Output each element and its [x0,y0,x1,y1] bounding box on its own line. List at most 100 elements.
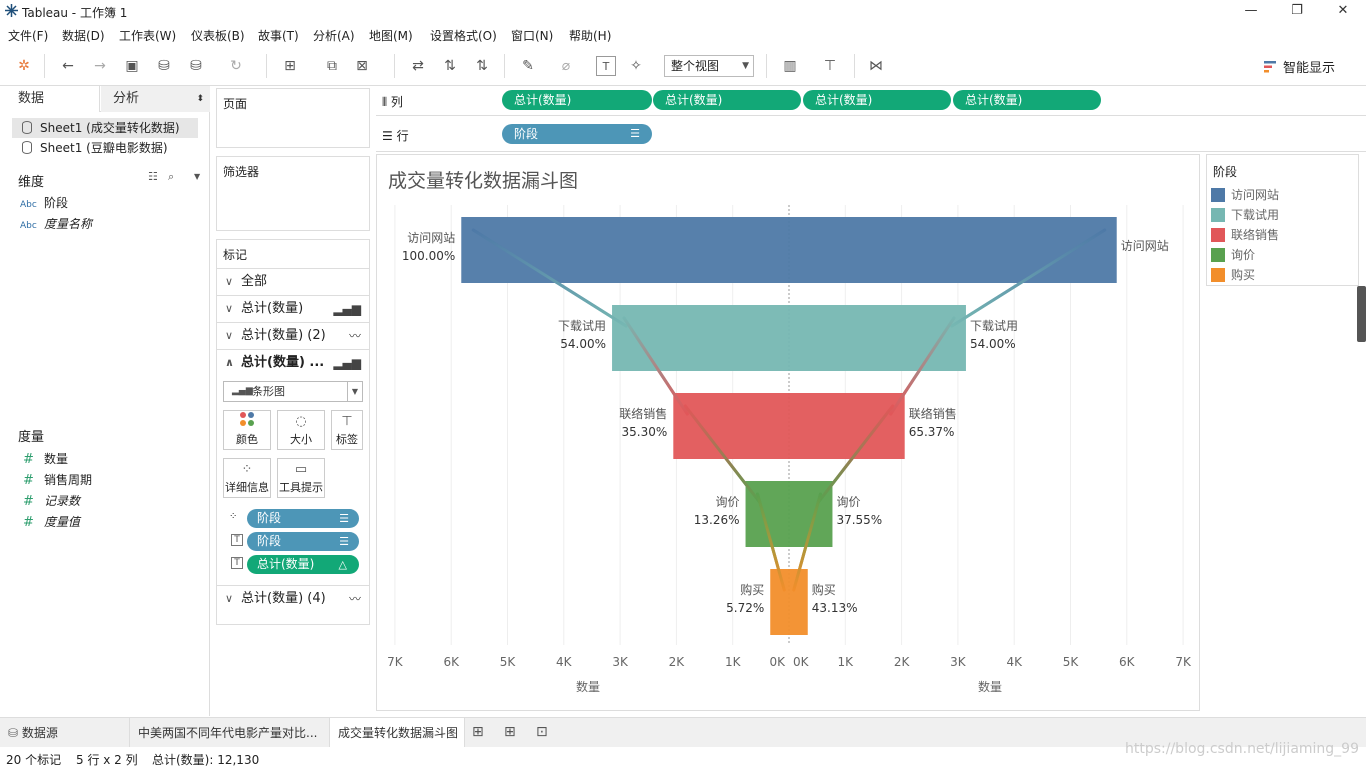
legend-item[interactable]: 下载试用 [1211,207,1279,223]
pill-label: 阶段 [257,511,282,525]
menu-worksheet[interactable]: 工作表(W) [119,27,176,44]
datasource-item[interactable]: Sheet1 (豆瓣电影数据) [12,138,198,158]
marks-measure-row[interactable]: ∨ 总计(数量) (4) 〰 [217,585,369,612]
swap-rows-columns-icon[interactable]: ⇄ [408,56,428,76]
menu-data[interactable]: 数据(D) [62,27,105,44]
marks-measure-row-expanded[interactable]: ∧ 总计(数量) ... ▂▄▆ [217,349,369,376]
legend-item[interactable]: 购买 [1211,267,1255,283]
new-worksheet-icon[interactable]: ⊞ [472,724,484,740]
pin-axis-icon[interactable]: ✧ [626,56,646,76]
tab-datasource[interactable]: ⛁ 数据源 [0,718,130,748]
dimension-field[interactable]: Abc 阶段 [20,194,68,211]
restore-button[interactable]: ❐ [1274,0,1320,22]
number-type-icon: # [23,473,34,488]
columns-shelf[interactable]: ⫴ 列 总计(数量) 总计(数量) 总计(数量) 总计(数量) [376,86,1366,116]
side-scroll-handle[interactable] [1357,286,1366,342]
highlight-icon[interactable]: ✎ [518,56,538,76]
size-button[interactable]: ◌ 大小 [277,410,325,450]
filters-card[interactable]: 筛选器 [216,156,370,231]
measure-field[interactable]: # 度量值 [20,513,80,530]
marks-all-row[interactable]: ∨ 全部 [217,268,369,295]
sort-descending-icon[interactable]: ⇅ [472,56,492,76]
tab-data[interactable]: 数据 [0,86,100,112]
view-list-icon[interactable]: ☷ [148,170,158,183]
menu-format[interactable]: 设置格式(O) [430,27,497,44]
menu-map[interactable]: 地图(M) [369,27,413,44]
chart-title: 成交量转化数据漏斗图 [388,170,578,192]
x-tick-label-right: 0K [793,655,810,669]
x-tick-label-right: 7K [1175,655,1192,669]
search-icon[interactable]: ⌕ [168,170,174,184]
columns-pill[interactable]: 总计(数量) [653,90,801,110]
legend-item[interactable]: 访问网站 [1211,187,1279,203]
pages-card[interactable]: 页面 [216,88,370,148]
mark-pill-measure[interactable]: 总计(数量) △ [247,555,359,574]
menu-file[interactable]: 文件(F) [8,27,48,44]
new-dashboard-icon[interactable]: ⊞ [504,724,516,740]
menu-story[interactable]: 故事(T) [258,27,299,44]
label-button[interactable]: ⊤ 标签 [331,410,363,450]
rows-pill[interactable]: 阶段 ☰ [502,124,652,144]
minimize-button[interactable]: — [1228,0,1274,22]
label-encoding-icon: T [231,557,243,569]
refresh-icon[interactable]: ↻ [226,56,246,76]
columns-pill[interactable]: 总计(数量) [803,90,951,110]
dimension-field[interactable]: Abc 度量名称 [20,215,92,232]
tab-sheet[interactable]: 中美两国不同年代电影产量对比... [130,718,330,748]
mark-pill-color[interactable]: 阶段 ☰ [247,509,359,528]
marks-measure-row[interactable]: ∨ 总计(数量) ▂▄▆ [217,295,369,322]
rows-shelf[interactable]: ☰ 行 阶段 ☰ [376,118,1366,152]
duplicate-sheet-icon[interactable]: ⧉ [322,56,342,76]
columns-pill[interactable]: 总计(数量) [502,90,652,110]
fit-view-select[interactable]: 整个视图 ▼ [664,55,754,77]
sort-ascending-icon[interactable]: ⇅ [440,56,460,76]
chevron-down-icon: ∨ [225,302,234,315]
funnel-chart[interactable]: 成交量转化数据漏斗图访问网站 100.00% 访问网站下载试用 54.00% 下载试用 5… [377,155,1199,710]
menu-dashboard[interactable]: 仪表板(B) [191,27,245,44]
close-button[interactable]: ✕ [1320,0,1366,22]
sort-icon: ☰ [630,127,640,140]
tableau-home-icon[interactable]: ✲ [14,56,34,76]
presentation-mode-icon[interactable]: ⊤ [820,56,840,76]
redo-icon[interactable]: → [90,56,110,76]
bar-chart-icon: ▂▄▆ [232,386,253,396]
new-datasource-icon[interactable]: ⛁ [154,56,174,76]
pause-updates-icon[interactable]: ⛁ [186,56,206,76]
data-pane: 数据 分析 ⬍ Sheet1 (成交量转化数据) Sheet1 (豆瓣电影数据) … [0,86,210,716]
legend-swatch [1211,248,1225,262]
toolbar-separator [854,54,855,78]
menu-window[interactable]: 窗口(N) [511,27,553,44]
measure-field[interactable]: # 记录数 [20,492,80,509]
menu-analysis[interactable]: 分析(A) [313,27,355,44]
legend-item[interactable]: 联络销售 [1211,227,1279,243]
datasource-item[interactable]: Sheet1 (成交量转化数据) [12,118,198,138]
detail-button[interactable]: ⁘ 详细信息 [223,458,271,498]
mark-type-select[interactable]: ▂▄▆ 条形图 ▼ [223,381,363,402]
mark-pill-label[interactable]: 阶段 ☰ [247,532,359,551]
show-me-button[interactable]: 智能显示 [1264,57,1335,76]
tab-analysis[interactable]: 分析 ⬍ [101,86,210,112]
tooltip-button[interactable]: ▭ 工具提示 [277,458,325,498]
legend-label: 购买 [1231,268,1256,282]
menu-help[interactable]: 帮助(H) [569,27,611,44]
x-tick-label-left: 2K [669,655,686,669]
new-story-icon[interactable]: ⊡ [536,724,548,740]
measure-field[interactable]: # 销售周期 [20,471,92,488]
marks-card-title: 标记 [223,248,248,262]
save-icon[interactable]: ▣ [122,56,142,76]
columns-pill[interactable]: 总计(数量) [953,90,1101,110]
undo-icon[interactable]: ← [58,56,78,76]
marks-measure-row[interactable]: ∨ 总计(数量) (2) 〰 [217,322,369,349]
clear-sheet-icon[interactable]: ⊠ [352,56,372,76]
group-icon[interactable]: ⌀ [556,56,576,76]
share-icon[interactable]: ⋈ [866,56,886,76]
show-labels-icon[interactable]: T [596,56,616,76]
new-worksheet-icon[interactable]: ⊞ [280,56,300,76]
legend-item[interactable]: 询价 [1211,247,1255,263]
show-cards-icon[interactable]: ▥ [780,56,800,76]
tab-sheet-active[interactable]: 成交量转化数据漏斗图 [330,718,465,748]
field-label: 度量值 [44,515,81,529]
color-button[interactable]: 颜色 [223,410,271,450]
chevron-down-icon[interactable]: ▼ [194,172,200,181]
measure-field[interactable]: # 数量 [20,450,68,467]
